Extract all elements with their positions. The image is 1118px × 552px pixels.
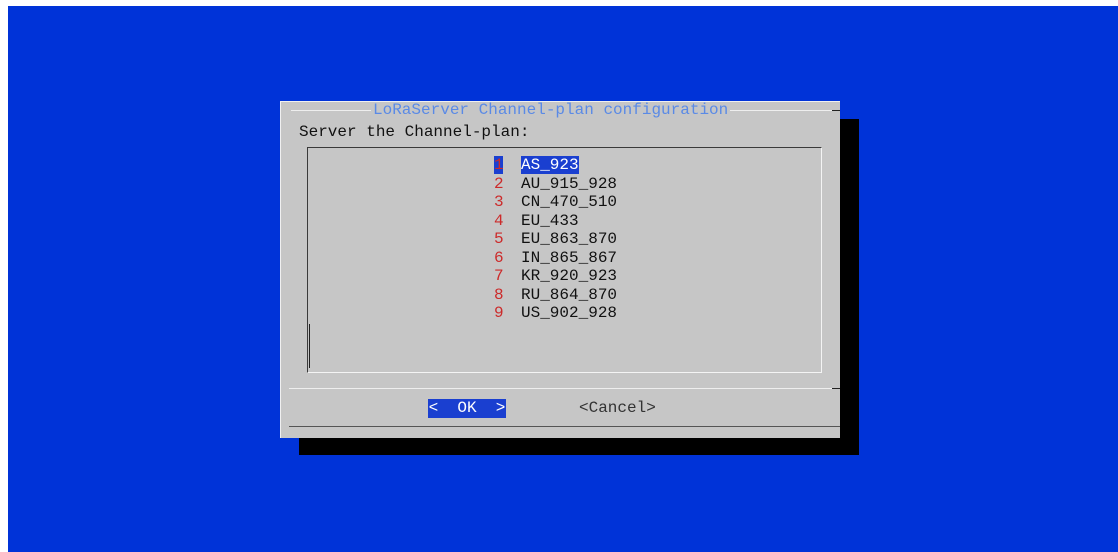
menu-item-number: 5 (494, 230, 504, 249)
menu-item-label: EU_433 (521, 211, 579, 230)
terminal-screen: LoRaServer Channel-plan configuration Se… (8, 6, 1118, 552)
button-separator-corner (832, 388, 840, 389)
menu-item-us-902-928[interactable]: 9 US_902_928 (494, 304, 617, 323)
dialog-title: LoRaServer Channel-plan configuration (371, 101, 731, 119)
cancel-button[interactable]: <Cancel> (579, 399, 656, 418)
menu-item-number: 7 (494, 267, 504, 286)
channel-plan-dialog: LoRaServer Channel-plan configuration Se… (280, 101, 840, 438)
menu-item-label: IN_865_867 (521, 248, 618, 267)
menu-item-cn-470-510[interactable]: 3 CN_470_510 (494, 193, 617, 212)
list-scroll-indicator (309, 324, 310, 368)
menu-item-in-865-867[interactable]: 6 IN_865_867 (494, 249, 617, 268)
menu-item-label: AS_923 (521, 156, 579, 175)
menu-item-label: KR_920_923 (521, 267, 618, 286)
menu-item-number: 8 (494, 285, 504, 304)
channel-plan-list[interactable]: 1 AS_923 2 AU_915_928 3 CN_470_510 4 EU_433 … (307, 147, 822, 373)
menu-item-eu-863-870[interactable]: 5 EU_863_870 (494, 230, 617, 249)
menu-item-label: EU_863_870 (521, 230, 618, 249)
menu-item-number: 4 (494, 211, 504, 230)
menu-item-number: 2 (494, 174, 504, 193)
menu-item-kr-920-923[interactable]: 7 KR_920_923 (494, 267, 617, 286)
menu-item-number: 1 (494, 156, 504, 175)
button-separator (289, 388, 840, 389)
menu-item-ru-864-870[interactable]: 8 RU_864_870 (494, 286, 617, 305)
menu-item-number: 6 (494, 248, 504, 267)
menu-item-as-923[interactable]: 1 AS_923 (494, 156, 617, 175)
dialog-prompt: Server the Channel-plan: (299, 123, 530, 141)
menu-item-number: 9 (494, 304, 504, 323)
menu-item-au-915-928[interactable]: 2 AU_915_928 (494, 175, 617, 194)
menu-item-number: 3 (494, 193, 504, 212)
menu-item-label: AU_915_928 (521, 174, 618, 193)
dialog-top-border-corner (832, 110, 840, 111)
menu-item-label: US_902_928 (521, 304, 618, 323)
ok-button[interactable]: < OK > (428, 399, 506, 418)
menu-item-eu-433[interactable]: 4 EU_433 (494, 212, 617, 231)
menu-item-label: CN_470_510 (521, 193, 618, 212)
menu-items: 1 AS_923 2 AU_915_928 3 CN_470_510 4 EU_433 … (494, 156, 617, 323)
dialog-bottom-edge (289, 426, 840, 427)
menu-item-label: RU_864_870 (521, 285, 618, 304)
